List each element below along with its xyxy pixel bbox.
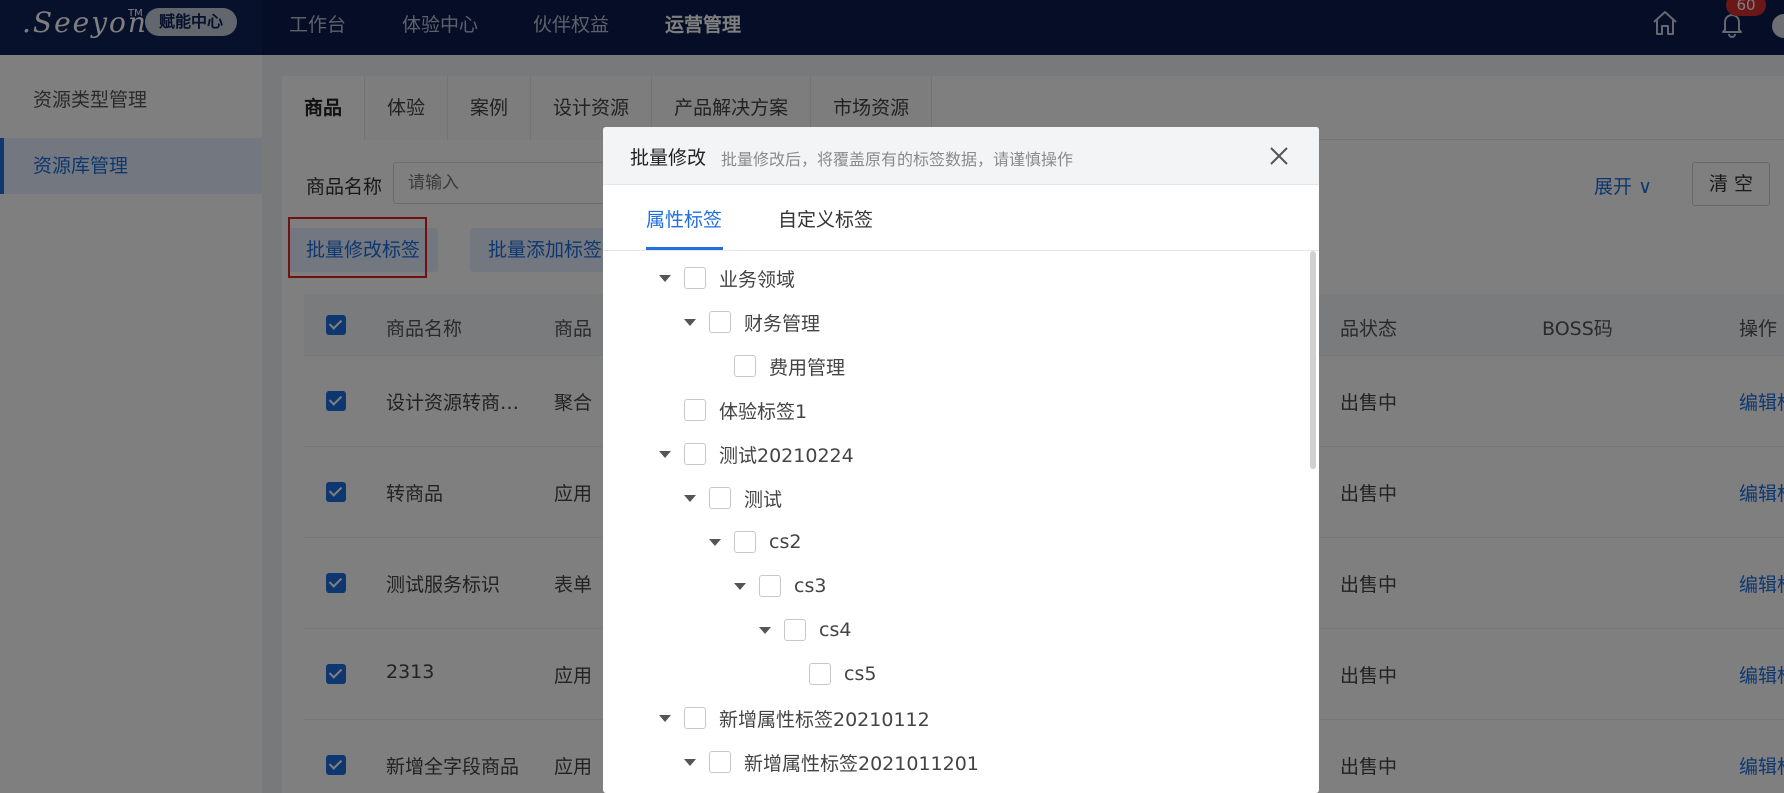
tree-node-checkbox[interactable] [684, 267, 706, 289]
tree-node-label: cs4 [819, 619, 852, 641]
tag-tree: 业务领域财务管理费用管理体验标签1 测试20210224 测试 cs2 cs3 cs4 cs… [603, 251, 1319, 793]
batch-edit-modal: 批量修改 批量修改后，将覆盖原有的标签数据，请谨慎操作 属性标签 自定义标签 业… [603, 127, 1319, 793]
tree-node[interactable]: cs4 [758, 615, 851, 645]
tree-node-label: cs2 [769, 531, 802, 553]
tree-node[interactable]: 业务领域 [658, 263, 795, 293]
caret-down-icon[interactable] [658, 439, 672, 469]
caret-down-icon[interactable] [733, 571, 747, 601]
tree-node-label: 费用管理 [769, 356, 846, 379]
tree-node[interactable]: 新增属性标签2021011201 [683, 747, 979, 777]
tree-node-checkbox[interactable] [784, 619, 806, 641]
tree-node-label: cs5 [844, 663, 877, 685]
caret-down-icon[interactable] [658, 263, 672, 293]
tree-node-checkbox[interactable] [684, 707, 706, 729]
tree-node-checkbox[interactable] [759, 575, 781, 597]
caret-down-icon[interactable] [758, 615, 772, 645]
tree-node-checkbox[interactable] [709, 487, 731, 509]
tab-attribute-tags[interactable]: 属性标签 [646, 205, 722, 232]
tree-node-checkbox[interactable] [684, 399, 706, 421]
close-icon[interactable] [1268, 145, 1290, 167]
modal-tabs: 属性标签 自定义标签 [603, 185, 1319, 251]
caret-down-icon[interactable] [658, 703, 672, 733]
caret-down-icon[interactable] [708, 527, 722, 557]
tab-custom-tags[interactable]: 自定义标签 [778, 205, 873, 232]
tree-node[interactable]: 新增属性标签20210112 [658, 703, 930, 733]
tree-node[interactable]: 体验标签1 [658, 395, 807, 425]
caret-down-icon[interactable] [683, 747, 697, 777]
tree-node-label: 财务管理 [744, 312, 821, 335]
tree-node[interactable]: 测试20210224 [658, 439, 854, 469]
tree-node[interactable]: 财务管理 [683, 307, 820, 337]
tree-node-checkbox[interactable] [709, 751, 731, 773]
tree-node[interactable]: 费用管理 [708, 351, 845, 381]
tree-node-label: 新增属性标签2021011201 [744, 752, 979, 775]
modal-header: 批量修改 批量修改后，将覆盖原有的标签数据，请谨慎操作 [603, 127, 1319, 185]
tree-node-checkbox[interactable] [734, 355, 756, 377]
modal-title: 批量修改 [630, 147, 707, 169]
tree-node-label: 业务领域 [719, 268, 796, 291]
tree-node[interactable]: 测试 [683, 483, 782, 513]
tree-node-checkbox[interactable] [709, 311, 731, 333]
tree-node-checkbox[interactable] [734, 531, 756, 553]
tree-node-checkbox[interactable] [809, 663, 831, 685]
modal-warning-text: 批量修改后，将覆盖原有的标签数据，请谨慎操作 [721, 150, 1074, 169]
tree-node-label: 测试 [744, 488, 783, 511]
tree-node-label: 测试20210224 [719, 444, 854, 467]
tree-node[interactable]: cs2 [708, 527, 801, 557]
tree-node[interactable]: cs3 [733, 571, 826, 601]
tree-node[interactable]: cs5 [783, 659, 876, 689]
tree-node-label: cs3 [794, 575, 827, 597]
tree-node-label: 新增属性标签20210112 [719, 708, 930, 731]
tree-node-label: 体验标签1 [719, 400, 808, 423]
caret-down-icon[interactable] [683, 307, 697, 337]
active-tab-indicator [646, 247, 723, 250]
caret-down-icon[interactable] [683, 483, 697, 513]
modal-scrollbar[interactable] [1310, 251, 1316, 469]
tree-node-checkbox[interactable] [684, 443, 706, 465]
